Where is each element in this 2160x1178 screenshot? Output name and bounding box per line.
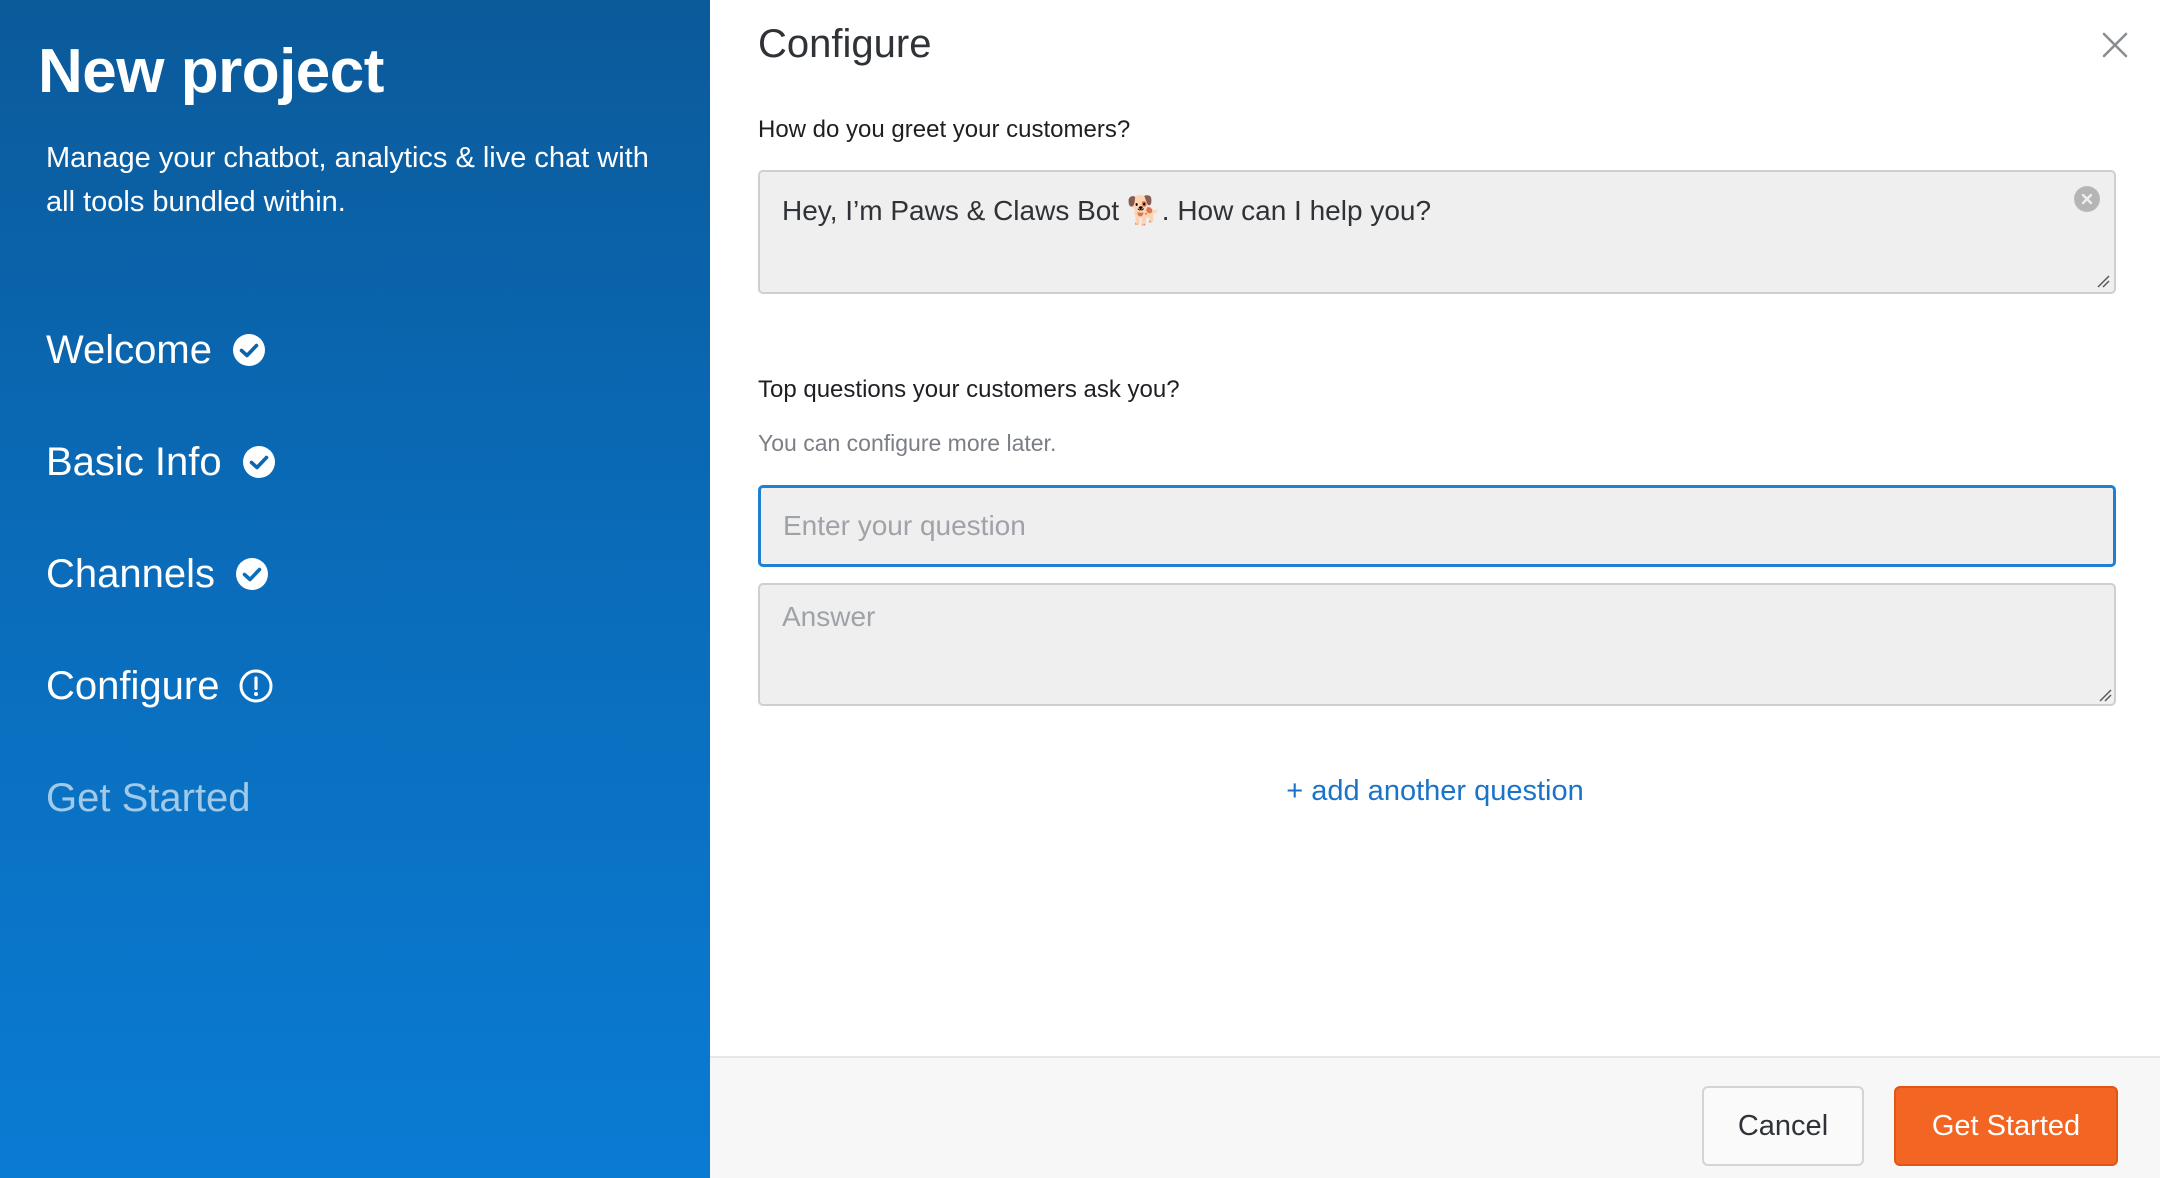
- add-question-link[interactable]: + add another question: [710, 775, 2160, 808]
- get-started-button[interactable]: Get Started: [1894, 1086, 2118, 1166]
- footer-bar: Cancel Get Started: [710, 1056, 2160, 1178]
- close-icon[interactable]: [2098, 28, 2132, 62]
- step-configure[interactable]: Configure: [46, 656, 273, 716]
- resize-handle-icon[interactable]: [2098, 688, 2112, 702]
- check-circle-icon: [236, 558, 269, 590]
- step-label: Get Started: [46, 775, 251, 820]
- greeting-field[interactable]: Hey, I’m Paws & Claws Bot 🐕. How can I h…: [758, 170, 2116, 294]
- step-label: Basic Info: [46, 439, 222, 484]
- check-circle-icon: [232, 334, 265, 366]
- questions-label: Top questions your customers ask you?: [758, 376, 1180, 403]
- step-welcome[interactable]: Welcome: [46, 320, 266, 380]
- cancel-button[interactable]: Cancel: [1702, 1086, 1864, 1166]
- step-basic-info[interactable]: Basic Info: [46, 432, 276, 492]
- greeting-text: Hey, I’m Paws & Claws Bot 🐕. How can I h…: [782, 195, 1432, 226]
- questions-hint: You can configure more later.: [758, 430, 1057, 456]
- step-label: Configure: [46, 663, 220, 708]
- step-label: Welcome: [46, 327, 212, 372]
- resize-handle-icon[interactable]: [2096, 274, 2110, 288]
- greeting-label: How do you greet your customers?: [758, 116, 1131, 143]
- step-get-started[interactable]: Get Started: [46, 768, 251, 828]
- page-title: Configure: [758, 22, 932, 66]
- exclamation-circle-icon: [239, 669, 273, 703]
- sidebar: New project Manage your chatbot, analyti…: [0, 0, 710, 1178]
- step-channels[interactable]: Channels: [46, 544, 269, 604]
- answer-field[interactable]: [758, 583, 2116, 706]
- configure-panel: Configure How do you greet your customer…: [710, 0, 2160, 1178]
- step-label: Channels: [46, 551, 216, 596]
- check-circle-icon: [242, 446, 275, 478]
- question-input[interactable]: [758, 485, 2116, 567]
- sidebar-subtitle: Manage your chatbot, analytics & live ch…: [46, 142, 649, 218]
- sidebar-title: New project: [38, 37, 384, 106]
- clear-circle-icon[interactable]: [2074, 186, 2100, 212]
